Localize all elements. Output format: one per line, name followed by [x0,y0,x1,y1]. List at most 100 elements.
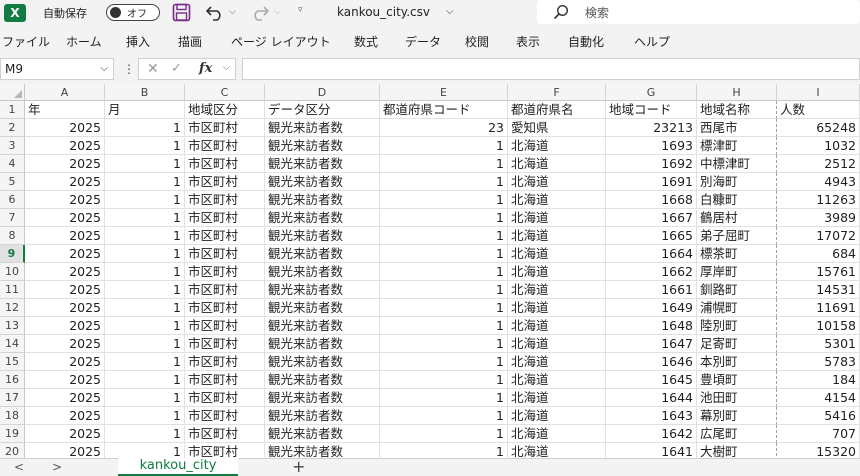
table-cell[interactable]: 陸別町 [697,317,777,335]
table-cell[interactable]: 市区町村 [185,209,265,227]
table-cell[interactable]: 1032 [777,137,860,155]
table-cell[interactable]: 2025 [25,425,105,443]
table-cell[interactable]: 浦幌町 [697,299,777,317]
table-cell[interactable]: 1 [105,353,185,371]
table-cell[interactable]: 1 [380,281,508,299]
table-cell[interactable]: 1667 [606,209,697,227]
table-cell[interactable]: 観光来訪者数 [265,317,380,335]
table-cell[interactable]: 1692 [606,155,697,173]
table-cell[interactable]: 観光来訪者数 [265,173,380,191]
table-cell[interactable]: 標茶町 [697,245,777,263]
row-header-1[interactable]: 1 [0,101,25,119]
table-cell[interactable]: 豊頃町 [697,371,777,389]
table-cell[interactable]: 1 [105,173,185,191]
table-cell[interactable]: 1 [105,209,185,227]
table-cell[interactable]: 4154 [777,389,860,407]
table-cell[interactable]: 1647 [606,335,697,353]
header-cell[interactable]: 月 [105,101,185,119]
table-cell[interactable]: 1665 [606,227,697,245]
table-cell[interactable]: 1646 [606,353,697,371]
table-cell[interactable]: 市区町村 [185,335,265,353]
table-cell[interactable]: 北海道 [508,281,606,299]
table-cell[interactable]: 11263 [777,191,860,209]
row-header-16[interactable]: 16 [0,371,25,389]
table-cell[interactable]: 1 [105,335,185,353]
table-cell[interactable]: 市区町村 [185,317,265,335]
table-cell[interactable]: 市区町村 [185,173,265,191]
table-cell[interactable]: 北海道 [508,245,606,263]
row-header-9[interactable]: 9 [0,245,25,263]
undo-icon[interactable] [205,3,225,21]
table-cell[interactable]: 1648 [606,317,697,335]
tab-view[interactable]: 表示 [516,33,540,50]
table-cell[interactable]: 1661 [606,281,697,299]
table-cell[interactable]: 市区町村 [185,227,265,245]
table-cell[interactable]: 23 [380,119,508,137]
table-cell[interactable]: 2025 [25,281,105,299]
table-cell[interactable]: 市区町村 [185,119,265,137]
table-cell[interactable]: 11691 [777,299,860,317]
table-cell[interactable]: 北海道 [508,173,606,191]
table-cell[interactable]: 2025 [25,389,105,407]
table-cell[interactable]: 市区町村 [185,191,265,209]
table-cell[interactable]: 中標津町 [697,155,777,173]
table-cell[interactable]: 1645 [606,371,697,389]
column-header-e[interactable]: E [380,84,508,101]
table-cell[interactable]: 1691 [606,173,697,191]
table-cell[interactable]: 2512 [777,155,860,173]
table-cell[interactable]: 1664 [606,245,697,263]
table-cell[interactable]: 1 [105,245,185,263]
table-cell[interactable]: 観光来訪者数 [265,209,380,227]
table-cell[interactable]: 池田町 [697,389,777,407]
search-placeholder[interactable]: 検索 [585,4,609,21]
table-cell[interactable]: 1 [105,407,185,425]
more-options-icon[interactable]: ⋮ [123,62,135,76]
table-cell[interactable]: 観光来訪者数 [265,371,380,389]
table-cell[interactable]: 市区町村 [185,443,265,458]
row-header-4[interactable]: 4 [0,155,25,173]
table-cell[interactable]: 観光来訪者数 [265,335,380,353]
tab-page-layout[interactable]: ページ レイアウト [231,33,331,50]
check-icon[interactable]: ✓ [171,61,182,76]
table-cell[interactable]: 65248 [777,119,860,137]
table-cell[interactable]: 1 [105,443,185,458]
table-cell[interactable]: 愛知県 [508,119,606,137]
table-cell[interactable]: 1649 [606,299,697,317]
table-cell[interactable]: 1668 [606,191,697,209]
table-cell[interactable]: 2025 [25,335,105,353]
table-cell[interactable]: 707 [777,425,860,443]
table-cell[interactable]: 北海道 [508,227,606,245]
table-cell[interactable]: 北海道 [508,209,606,227]
table-cell[interactable]: 本別町 [697,353,777,371]
row-header-7[interactable]: 7 [0,209,25,227]
table-cell[interactable]: 184 [777,371,860,389]
table-cell[interactable]: 5783 [777,353,860,371]
table-cell[interactable]: 14531 [777,281,860,299]
table-cell[interactable]: 2025 [25,443,105,458]
sheet-tab-active[interactable]: kankou_city [118,458,238,476]
table-cell[interactable]: 観光来訪者数 [265,245,380,263]
redo-icon[interactable] [250,3,270,21]
redo-dropdown-icon[interactable]: ⌵ [274,7,281,17]
table-cell[interactable]: 北海道 [508,263,606,281]
tab-insert[interactable]: 挿入 [126,33,150,50]
table-cell[interactable]: 1 [380,209,508,227]
table-cell[interactable]: 2025 [25,227,105,245]
table-cell[interactable]: 観光来訪者数 [265,191,380,209]
row-header-3[interactable]: 3 [0,137,25,155]
row-header-8[interactable]: 8 [0,227,25,245]
formula-input[interactable] [242,58,860,80]
table-cell[interactable]: 市区町村 [185,245,265,263]
row-header-13[interactable]: 13 [0,317,25,335]
table-cell[interactable]: 市区町村 [185,371,265,389]
table-cell[interactable]: 北海道 [508,155,606,173]
column-header-d[interactable]: D [265,84,380,101]
table-cell[interactable]: 2025 [25,155,105,173]
table-cell[interactable]: 白糠町 [697,191,777,209]
table-cell[interactable]: 北海道 [508,425,606,443]
row-header-15[interactable]: 15 [0,353,25,371]
chevron-down-icon[interactable]: ⌵ [446,6,454,17]
column-header-f[interactable]: F [508,84,606,101]
table-cell[interactable]: 市区町村 [185,137,265,155]
table-cell[interactable]: 2025 [25,191,105,209]
